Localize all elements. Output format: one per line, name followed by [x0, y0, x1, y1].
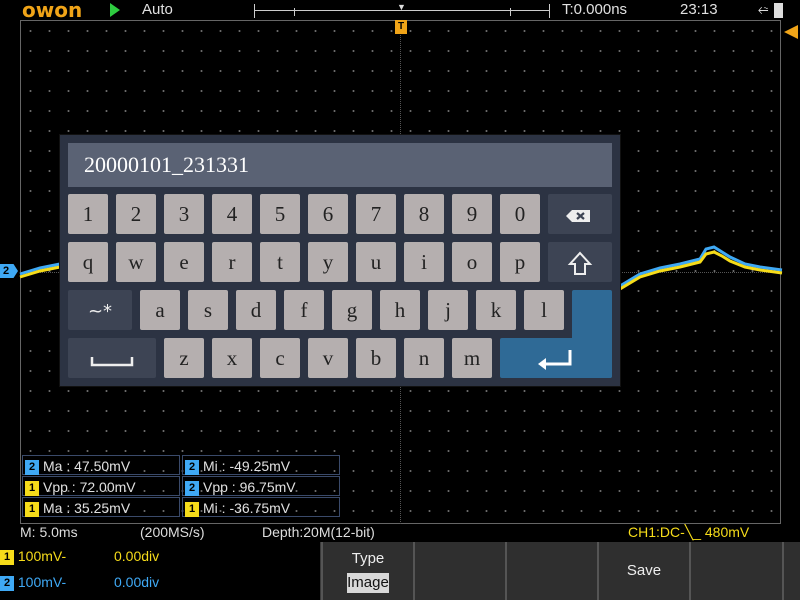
key-u[interactable]: u: [356, 242, 396, 282]
measurement-text: Vpp : 72.00mV: [43, 479, 136, 495]
key-z[interactable]: z: [164, 338, 204, 378]
key-9[interactable]: 9: [452, 194, 492, 234]
ch-tag: 2: [185, 481, 199, 496]
ch1-info-row: 1 100mV- 0.00div: [0, 546, 159, 566]
ch1-tag: 1: [0, 550, 14, 565]
menu-type-label: Type: [351, 550, 385, 567]
trigger-info: CH1:DC-╲_ 480mV: [628, 524, 750, 540]
measurement-cell: 1 Mi : -36.75mV: [182, 497, 340, 517]
key-8[interactable]: 8: [404, 194, 444, 234]
key-5[interactable]: 5: [260, 194, 300, 234]
key-d[interactable]: d: [236, 290, 276, 330]
key-v[interactable]: v: [308, 338, 348, 378]
measurement-cell: 2 Mi : -49.25mV: [182, 455, 340, 475]
space-key[interactable]: [68, 338, 156, 378]
menu-type-value: Image: [347, 573, 389, 593]
key-7[interactable]: 7: [356, 194, 396, 234]
measurement-text: Mi : -49.25mV: [203, 458, 291, 474]
measurement-text: Ma : 35.25mV: [43, 500, 131, 516]
key-q[interactable]: q: [68, 242, 108, 282]
trigger-position-marker[interactable]: T: [395, 20, 407, 34]
key-w[interactable]: w: [116, 242, 156, 282]
key-r[interactable]: r: [212, 242, 252, 282]
virtual-keyboard: 20000101_231331 1 2 3 4 5 6 7 8 9 0 q w …: [60, 135, 620, 386]
key-s[interactable]: s: [188, 290, 228, 330]
shift-key[interactable]: [548, 242, 612, 282]
backspace-icon: [566, 210, 590, 223]
measurement-text: Mi : -36.75mV: [203, 500, 291, 516]
key-3[interactable]: 3: [164, 194, 204, 234]
key-h[interactable]: h: [380, 290, 420, 330]
key-i[interactable]: i: [404, 242, 444, 282]
measurement-cell: 2 Vpp : 96.75mV: [182, 476, 340, 496]
menu-slot-4[interactable]: [505, 542, 597, 600]
key-m[interactable]: m: [452, 338, 492, 378]
record-depth: Depth:20M(12-bit): [262, 524, 375, 540]
ch-tag: 1: [185, 502, 199, 517]
shift-icon: [567, 251, 593, 276]
key-j[interactable]: j: [428, 290, 468, 330]
ch2-tag: 2: [0, 576, 14, 591]
key-b[interactable]: b: [356, 338, 396, 378]
backspace-key[interactable]: [548, 194, 612, 234]
timebase: M: 5.0ms: [20, 524, 78, 540]
ch2-offset: 0.00div: [114, 574, 160, 590]
sample-rate: (200MS/s): [140, 524, 205, 540]
key-g[interactable]: g: [332, 290, 372, 330]
ch2-scale: 100mV-: [17, 574, 67, 590]
key-l[interactable]: l: [524, 290, 564, 330]
acquisition-status-line: M: 5.0ms (200MS/s) Depth:20M(12-bit) CH1…: [0, 523, 800, 542]
space-icon: [90, 357, 134, 367]
menu-type-button[interactable]: Type Image: [321, 542, 413, 600]
key-p[interactable]: p: [500, 242, 540, 282]
key-y[interactable]: y: [308, 242, 348, 282]
key-c[interactable]: c: [260, 338, 300, 378]
symbols-key-label: ~*: [87, 301, 113, 322]
key-f[interactable]: f: [284, 290, 324, 330]
measurement-cell: 1 Vpp : 72.00mV: [22, 476, 180, 496]
filename-input[interactable]: 20000101_231331: [68, 143, 612, 187]
key-x[interactable]: x: [212, 338, 252, 378]
menu-save-button[interactable]: Save: [597, 542, 689, 600]
enter-icon: [538, 350, 572, 371]
ch-tag: 2: [185, 460, 199, 475]
symbols-key[interactable]: ~*: [68, 290, 132, 330]
key-0[interactable]: 0: [500, 194, 540, 234]
ch1-offset: 0.00div: [114, 548, 160, 564]
measurement-text: Vpp : 96.75mV: [203, 479, 296, 495]
measurement-cell: 1 Ma : 35.25mV: [22, 497, 180, 517]
measurement-table: 2 Ma : 47.50mV 2 Mi : -49.25mV 1 Vpp : 72.0…: [22, 455, 342, 518]
key-o[interactable]: o: [452, 242, 492, 282]
measurement-cell: 2 Ma : 47.50mV: [22, 455, 180, 475]
ch-tag: 1: [25, 502, 39, 517]
bottom-menu: 1 100mV- 0.00div 2 100mV- 0.00div Type I…: [0, 542, 800, 600]
key-4[interactable]: 4: [212, 194, 252, 234]
menu-scrollbar[interactable]: [782, 542, 800, 600]
channel-info-panel: 1 100mV- 0.00div 2 100mV- 0.00div: [0, 542, 320, 600]
key-k[interactable]: k: [476, 290, 516, 330]
key-2[interactable]: 2: [116, 194, 156, 234]
key-n[interactable]: n: [404, 338, 444, 378]
menu-save-label: Save: [626, 562, 662, 579]
key-e[interactable]: e: [164, 242, 204, 282]
key-a[interactable]: a: [140, 290, 180, 330]
ch-tag: 1: [25, 481, 39, 496]
key-1[interactable]: 1: [68, 194, 108, 234]
trigger-level-marker-icon[interactable]: [784, 25, 798, 39]
menu-slot-3[interactable]: [413, 542, 505, 600]
key-6[interactable]: 6: [308, 194, 348, 234]
ch-tag: 2: [25, 460, 39, 475]
enter-key[interactable]: [500, 338, 612, 378]
menu-slot-6[interactable]: [689, 542, 782, 600]
ch1-scale: 100mV-: [17, 548, 67, 564]
key-t[interactable]: t: [260, 242, 300, 282]
measurement-text: Ma : 47.50mV: [43, 458, 131, 474]
ch2-info-row: 2 100mV- 0.00div: [0, 572, 159, 592]
